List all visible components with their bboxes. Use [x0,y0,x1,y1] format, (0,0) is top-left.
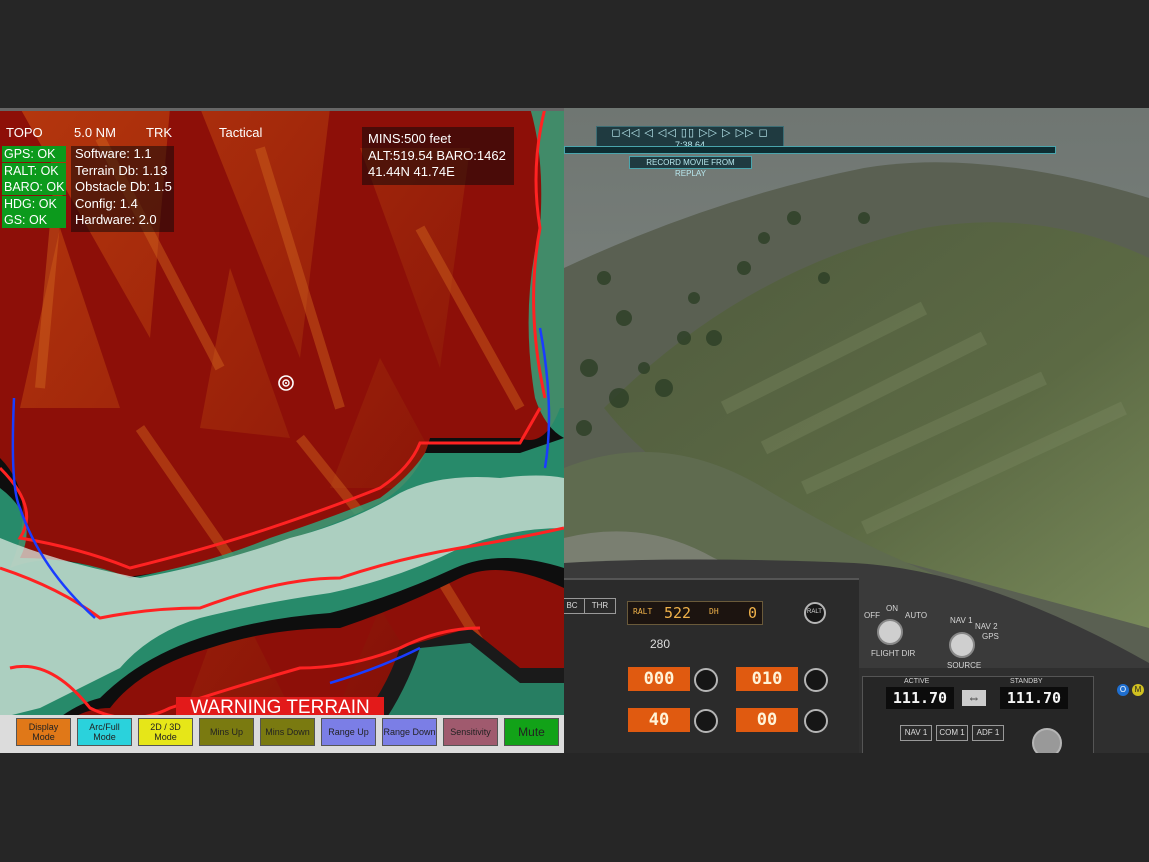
arc-full-mode-button[interactable]: Arc/Full Mode [77,718,132,746]
outer-marker-light: O [1117,684,1129,696]
flight-dir-knob[interactable] [877,619,903,645]
status-baro: BARO: OK [2,179,66,196]
display-3-knob[interactable] [694,709,718,733]
record-movie-button[interactable]: RECORD MOVIE FROM REPLAY [629,156,752,178]
map-view-label: Tactical [219,125,263,140]
version-info: Software: 1.1 Terrain Db: 1.13 Obstacle … [71,146,174,232]
sensor-status-list: GPS: OK RALT: OK BARO: OK HDG: OK GS: OK [2,146,66,229]
mute-button[interactable]: Mute [504,718,559,746]
fd-off-label: OFF [864,611,880,620]
altitude-info: MINS:500 feet ALT:519.54 BARO:1462 41.44… [362,127,514,185]
mins-up-button[interactable]: Mins Up [199,718,254,746]
display-1: 000 [628,667,690,691]
range-up-button[interactable]: Range Up [321,718,376,746]
source-nav2-label: NAV 2 [975,622,998,631]
replay-scrub-bar[interactable] [564,146,1056,154]
control-button-bar: Display Mode Arc/Full Mode 2D / 3D Mode … [0,715,564,753]
status-gps: GPS: OK [2,146,66,162]
display-2-knob[interactable] [804,668,828,692]
status-ralt: RALT: OK [2,162,66,179]
thr-button[interactable]: THR [584,598,616,614]
map-mode-label: TOPO [6,125,43,140]
sensitivity-button[interactable]: Sensitivity [443,718,498,746]
position-readout: 41.44N 41.74E [368,164,455,179]
source-label: SOURCE [947,661,982,670]
mins-down-button[interactable]: Mins Down [260,718,315,746]
scenery-graphic [564,108,1149,753]
display-2: 010 [736,667,798,691]
display-1-knob[interactable] [694,668,718,692]
standby-label: STANDBY [1010,678,1043,685]
simulator-view: ◻◁◁ ◁ ◁◁ ▯▯ ▷▷ ▷ ▷▷ ◻ 7:38.64 RECORD MOV… [564,108,1149,753]
display-mode-button[interactable]: Display Mode [16,718,71,746]
middle-marker-light: M [1132,684,1144,696]
replay-transport-buttons[interactable]: ◻◁◁ ◁ ◁◁ ▯▯ ▷▷ ▷ ▷▷ ◻ [597,127,783,140]
swap-frequency-button[interactable]: ⇔ [962,690,986,706]
version-obstacle-db: Obstacle Db: 1.5 [75,179,172,194]
range-down-button[interactable]: Range Down [382,718,437,746]
2d-3d-mode-button[interactable]: 2D / 3D Mode [138,718,193,746]
dh-value: 0 [748,604,758,622]
version-config: Config: 1.4 [75,195,138,211]
dh-label: DH [709,607,719,616]
heading-readout: 280 [650,637,671,651]
map-range-label: 5.0 NM [74,125,116,140]
mins-readout: MINS:500 feet [368,131,452,146]
ralt-label: RALT [633,607,653,616]
screen-frame: TOPO 5.0 NM TRK Tactical GPS: OK RALT: O… [0,108,1149,753]
version-software: Software: 1.1 [75,146,152,161]
ralt-knob[interactable]: RALT [804,602,826,624]
adf1-button[interactable]: ADF 1 [972,725,1004,741]
alt-baro-readout: ALT:519.54 BARO:1462 [368,147,506,163]
status-gs: GS: OK [2,212,66,229]
active-frequency: 111.70 [886,687,954,709]
com1-button[interactable]: COM 1 [936,725,968,741]
fd-auto-label: AUTO [905,611,928,620]
nav1-button[interactable]: NAV 1 [900,725,932,741]
nav-tune-knob[interactable] [1032,728,1062,753]
display-3: 40 [628,708,690,732]
terrain-map-panel: TOPO 5.0 NM TRK Tactical GPS: OK RALT: O… [0,108,564,753]
ralt-knob-label: RALT [807,609,822,615]
version-terrain-db: Terrain Db: 1.13 [75,162,168,178]
source-gps-label: GPS [982,632,999,641]
fd-on-label: ON [886,604,898,613]
standby-frequency: 111.70 [1000,687,1068,709]
flight-dir-label: FLIGHT DIR [871,649,916,658]
ralt-value: 522 [664,604,692,622]
status-hdg: HDG: OK [2,195,66,212]
version-hardware: Hardware: 2.0 [75,212,157,227]
source-nav1-label: NAV 1 [950,616,973,625]
active-label: ACTIVE [904,678,930,685]
radio-altimeter-display: RALT 522 DH 0 [627,601,763,625]
display-4-knob[interactable] [804,709,828,733]
map-orientation-label: TRK [146,125,172,140]
display-4: 00 [736,708,798,732]
source-knob[interactable] [949,632,975,658]
